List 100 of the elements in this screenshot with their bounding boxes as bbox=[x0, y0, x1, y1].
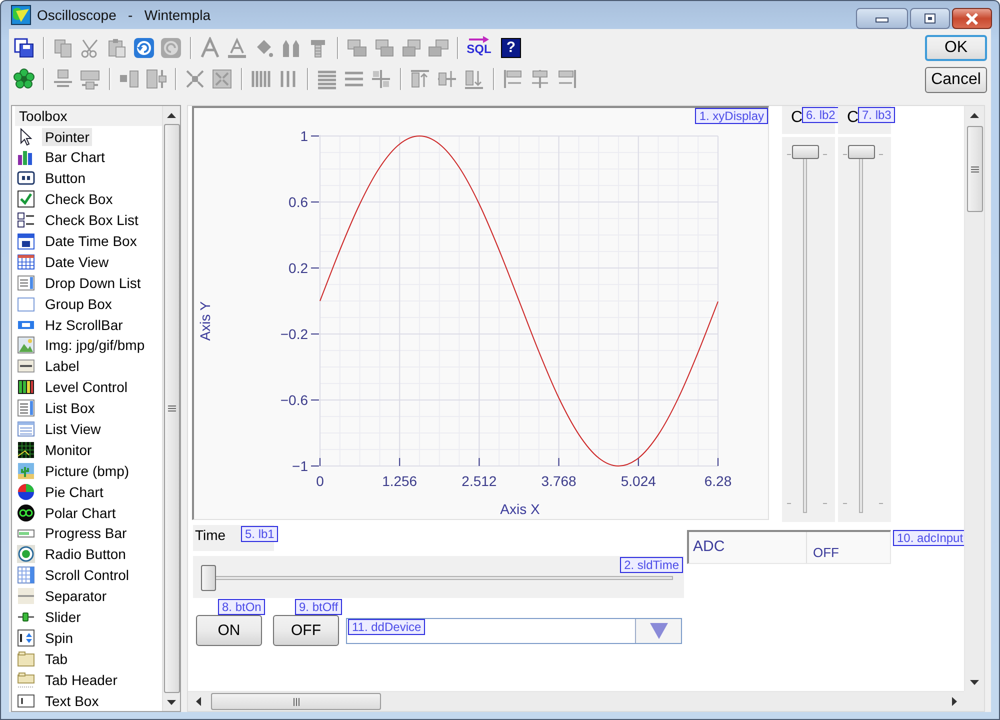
toolbox-item[interactable]: Progress Bar bbox=[17, 522, 162, 544]
control-tag: 8. btOn bbox=[218, 599, 266, 616]
align-left-icon[interactable] bbox=[502, 68, 524, 90]
help-button[interactable]: ? bbox=[501, 38, 521, 58]
toolbox-item[interactable]: Tab Header bbox=[17, 669, 162, 690]
font-icon[interactable] bbox=[199, 36, 221, 59]
align-top-icon[interactable] bbox=[409, 68, 431, 90]
scrollbar-thumb[interactable] bbox=[211, 693, 381, 710]
toolbox-item[interactable]: Polar Chart bbox=[17, 502, 162, 523]
dropdown-button[interactable] bbox=[635, 619, 681, 644]
toolbox-item[interactable]: Spin bbox=[17, 627, 162, 648]
control-tag: 10. adcInput bbox=[893, 530, 964, 546]
same-width-icon[interactable] bbox=[79, 68, 101, 90]
space-horizontal-icon[interactable] bbox=[118, 68, 140, 90]
toolbox-item[interactable]: Text Box bbox=[17, 690, 162, 711]
toolbox-item[interactable]: List View bbox=[17, 418, 162, 440]
layers-icon[interactable] bbox=[400, 36, 422, 59]
same-height-icon[interactable] bbox=[145, 68, 167, 90]
toolbox-item[interactable]: List Box bbox=[17, 398, 162, 419]
app-icon bbox=[11, 5, 31, 26]
tick-label: −0.6 bbox=[280, 392, 308, 408]
toolbox-item[interactable]: Level Control bbox=[17, 376, 162, 398]
toolbox-item[interactable]: Img: jpg/gif/bmp bbox=[17, 334, 162, 356]
toolbox-header: Toolbox bbox=[15, 106, 162, 126]
align-bottom-icon[interactable] bbox=[52, 68, 74, 90]
center-arrows-icon[interactable] bbox=[370, 68, 392, 90]
minimize-icon bbox=[875, 14, 889, 22]
control-tag: 2. sldTime bbox=[620, 557, 683, 574]
window-title: Oscilloscope - Wintempla bbox=[37, 7, 210, 24]
device-dropdown[interactable]: 11. ddDevice bbox=[346, 618, 682, 644]
toolbox-item[interactable]: Pie Chart bbox=[17, 481, 162, 502]
time-slider[interactable]: 2. sldTime bbox=[193, 556, 684, 598]
folder-tab-icon bbox=[17, 670, 35, 689]
tick-label: 5.024 bbox=[620, 473, 656, 490]
align-bottom-edge-icon[interactable] bbox=[463, 68, 485, 90]
copy-icon[interactable] bbox=[52, 36, 74, 59]
layers-icon[interactable] bbox=[373, 36, 395, 59]
vertical-slider[interactable] bbox=[838, 137, 891, 522]
toolbox-item[interactable]: Date View bbox=[17, 251, 162, 272]
tick-label: 0.6 bbox=[288, 194, 308, 210]
close-button[interactable] bbox=[952, 8, 992, 29]
toolbox-item[interactable]: Monitor bbox=[17, 439, 162, 460]
cactus-picture-icon bbox=[17, 462, 35, 480]
adc-input[interactable]: ADC OFF bbox=[687, 530, 891, 564]
scrollbar-thumb[interactable] bbox=[966, 126, 982, 212]
close-icon bbox=[964, 12, 980, 24]
toolbox-item[interactable]: Check Box List bbox=[17, 210, 162, 231]
caret-icon bbox=[650, 623, 668, 640]
align-center-icon[interactable] bbox=[529, 68, 551, 90]
save-icon[interactable] bbox=[13, 36, 35, 59]
toolbox-item[interactable]: Date Time Box bbox=[17, 230, 162, 252]
undo-icon[interactable] bbox=[133, 36, 155, 59]
shrink-box-icon[interactable] bbox=[211, 68, 233, 90]
toolbox-item[interactable]: Label bbox=[17, 356, 162, 377]
tick-label: 0 bbox=[316, 473, 324, 490]
slider-thumb[interactable] bbox=[201, 565, 216, 592]
tick-label: 1.256 bbox=[382, 473, 418, 490]
checkbox-icon bbox=[17, 190, 35, 208]
toolbox-item[interactable]: Slider bbox=[17, 606, 162, 628]
dropdown-list-icon bbox=[17, 274, 35, 292]
polar-chart-icon bbox=[17, 504, 35, 522]
control-tag: 1. xyDisplay bbox=[695, 108, 768, 124]
layers-icon[interactable] bbox=[427, 36, 449, 59]
redo-icon[interactable] bbox=[160, 36, 182, 59]
toolbox-item[interactable]: Scroll Control bbox=[17, 564, 162, 586]
minimize-button[interactable] bbox=[856, 8, 908, 29]
tick-label: 3.768 bbox=[541, 473, 576, 490]
toolbox-item[interactable]: Pointer bbox=[17, 126, 162, 147]
font-underline-icon[interactable] bbox=[226, 36, 248, 59]
tick-label: −1 bbox=[292, 458, 308, 474]
align-right-icon[interactable] bbox=[556, 68, 578, 90]
form-button[interactable]: OFF bbox=[273, 615, 339, 646]
toolbox-item[interactable]: Group Box bbox=[17, 293, 162, 314]
flower-icon[interactable] bbox=[13, 68, 35, 90]
form-button[interactable]: ON bbox=[196, 615, 262, 646]
sql-button[interactable]: SQL bbox=[466, 36, 492, 60]
toolbox-item[interactable]: Separator bbox=[17, 586, 162, 607]
slider-thumb[interactable] bbox=[792, 145, 819, 160]
dialog-button[interactable]: OK bbox=[925, 35, 987, 62]
slider-thumb[interactable] bbox=[848, 145, 875, 160]
toolbox-item[interactable]: Check Box bbox=[17, 188, 162, 210]
label-icon bbox=[17, 357, 35, 376]
toolbox-item[interactable]: Picture (bmp) bbox=[17, 460, 162, 482]
button-icon bbox=[17, 169, 35, 188]
dialog-button[interactable]: Cancel bbox=[925, 67, 987, 94]
layers-icon[interactable] bbox=[346, 36, 368, 59]
clipboard-icon[interactable] bbox=[106, 36, 128, 59]
control-tag: 7. lb3 bbox=[858, 107, 896, 124]
shrink-icon[interactable] bbox=[184, 68, 206, 90]
vertical-slider[interactable] bbox=[782, 137, 835, 522]
toolbox-item[interactable]: Button bbox=[17, 168, 162, 189]
toolbox-item[interactable]: Tab bbox=[17, 648, 162, 670]
scrollbar-thumb[interactable] bbox=[164, 124, 180, 693]
calendar-icon bbox=[17, 232, 35, 250]
toolbox-item[interactable]: Bar Chart bbox=[17, 146, 162, 168]
toolbox-item[interactable]: Drop Down List bbox=[17, 272, 162, 294]
toolbox-item[interactable]: Radio Button bbox=[17, 544, 162, 565]
label-text: C bbox=[847, 109, 859, 128]
maximize-button[interactable] bbox=[910, 8, 950, 29]
toolbox-item[interactable]: Hz ScrollBar bbox=[17, 314, 162, 335]
